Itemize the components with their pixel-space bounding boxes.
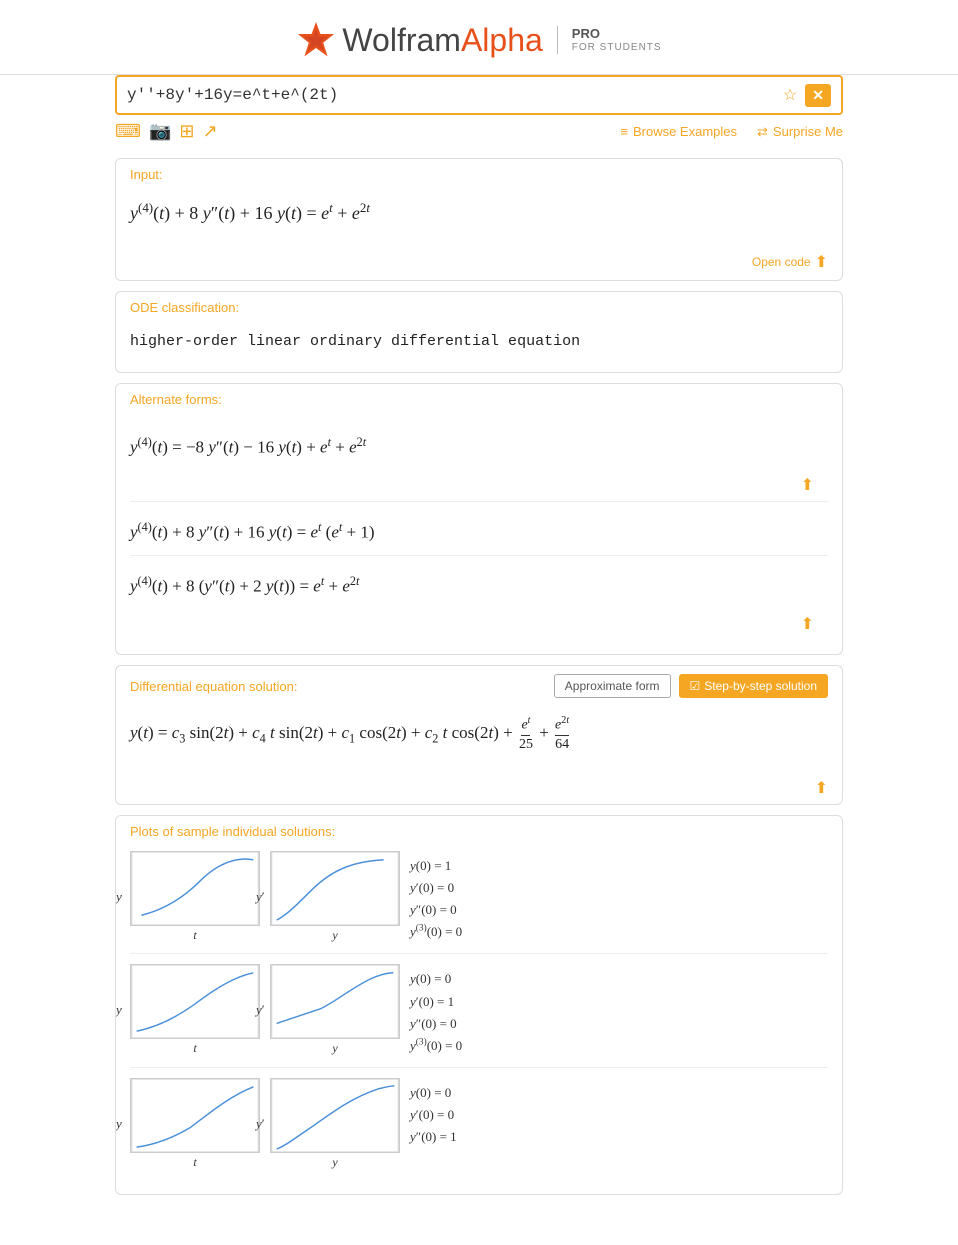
solution-footer: ⬆ xyxy=(116,774,842,804)
plot-conditions-1: y(0) = 1 y′(0) = 0 y″(0) = 0 y(3)(0) = 0 xyxy=(410,851,462,943)
plots-pod: Plots of sample individual solutions: y … xyxy=(115,815,843,1195)
search-box: ☆ ✕ xyxy=(115,75,843,115)
alternate-form-2: y(4)(t) + 8 y″(t) + 16 y(t) = et (et + 1… xyxy=(130,501,828,556)
toolbar: ⌨ 📷 ⊞ ↗ ≡ Browse Examples ⇄ Surprise Me xyxy=(115,115,843,146)
plots-content: y t y′ xyxy=(116,843,842,1194)
alternate-form-1: y(4)(t) = −8 y″(t) − 16 y(t) + et + e2t xyxy=(130,417,828,471)
plot-row-1: y t y′ xyxy=(130,851,828,954)
input-pod: Input: y(4)(t) + 8 y″(t) + 16 y(t) = et … xyxy=(115,158,843,281)
list-icon: ≡ xyxy=(620,124,628,139)
plot-box-1b: y′ y xyxy=(270,851,400,943)
plot-pair-2: y t y′ xyxy=(130,964,400,1056)
table-icon[interactable]: ⊞ xyxy=(179,121,194,142)
upload-icon-1[interactable]: ⬆ xyxy=(801,475,814,495)
fraction-et-25: et 25 xyxy=(519,715,533,754)
solution-buttons: Approximate form ☑ Step-by-step solution xyxy=(554,674,828,698)
fraction-e2t-64: e2t 64 xyxy=(555,715,569,754)
plot-svg-2a xyxy=(130,964,260,1039)
input-pod-content: y(4)(t) + 8 y″(t) + 16 y(t) = et + e2t xyxy=(116,186,842,248)
plot-row-2: y t y′ xyxy=(130,964,828,1067)
cloud-upload-icon: ⬆ xyxy=(815,252,828,272)
plot-svg-3b xyxy=(270,1078,400,1153)
plot-box-2b: y′ y xyxy=(270,964,400,1056)
ode-classification-pod: ODE classification: higher-order linear … xyxy=(115,291,843,373)
surprise-me-link[interactable]: ⇄ Surprise Me xyxy=(757,124,843,140)
search-icon-group: ☆ ✕ xyxy=(779,83,831,107)
top-bar: WolframAlpha PRO FOR STUDENTS xyxy=(0,0,958,75)
plot-box-1a: y t xyxy=(130,851,260,943)
shuffle-icon: ⇄ xyxy=(757,124,768,140)
alternate-form-3: y(4)(t) + 8 (y″(t) + 2 y(t)) = et + e2t xyxy=(130,555,828,610)
plot-box-3b: y′ y xyxy=(270,1078,400,1170)
alternate-form-1-footer: ⬆ xyxy=(130,471,828,501)
input-math: y(4)(t) + 8 y″(t) + 16 y(t) = et + e2t xyxy=(130,192,828,234)
alternate-form-3-math: y(4)(t) + 8 (y″(t) + 2 y(t)) = et + e2t xyxy=(130,566,828,606)
plots-title: Plots of sample individual solutions: xyxy=(116,816,842,843)
plots-grid: y t y′ xyxy=(130,851,828,1180)
alternate-forms-pod: Alternate forms: y(4)(t) = −8 y″(t) − 16… xyxy=(115,383,843,656)
upload-icon-solution[interactable]: ⬆ xyxy=(815,778,828,798)
plot-svg-1b xyxy=(270,851,400,926)
solution-content: y(t) = c3 sin(2t) + c4 t sin(2t) + c1 co… xyxy=(116,702,842,774)
alternate-forms-content: y(4)(t) = −8 y″(t) − 16 y(t) + et + e2t … xyxy=(116,411,842,655)
solution-pod: Differential equation solution: Approxim… xyxy=(115,665,843,805)
checkbox-icon: ☑ xyxy=(690,679,701,693)
solution-header: Differential equation solution: Approxim… xyxy=(116,666,842,702)
alternate-forms-title: Alternate forms: xyxy=(116,384,842,411)
logo-area: WolframAlpha PRO FOR STUDENTS xyxy=(0,8,958,70)
plot-svg-2b xyxy=(270,964,400,1039)
wolfram-star-icon xyxy=(296,20,336,60)
camera-icon[interactable]: 📷 xyxy=(149,121,171,142)
plot-pair-3: y t y′ xyxy=(130,1078,400,1170)
plot-conditions-3: y(0) = 0 y′(0) = 0 y″(0) = 1 xyxy=(410,1078,457,1148)
step-by-step-button[interactable]: ☑ Step-by-step solution xyxy=(679,674,829,698)
plot-svg-1a xyxy=(130,851,260,926)
plot-box-3a: y t xyxy=(130,1078,260,1170)
plot-svg-3a xyxy=(130,1078,260,1153)
plot-conditions-2: y(0) = 0 y′(0) = 1 y″(0) = 0 y(3)(0) = 0 xyxy=(410,964,462,1056)
plot-row-3: y t y′ xyxy=(130,1078,828,1180)
clear-button[interactable]: ✕ xyxy=(805,84,831,107)
input-pod-footer: Open code ⬆ xyxy=(116,248,842,280)
star-icon[interactable]: ☆ xyxy=(779,83,801,107)
share-icon[interactable]: ↗ xyxy=(203,121,218,142)
plot-box-2a: y t xyxy=(130,964,260,1056)
alternate-form-1-math: y(4)(t) = −8 y″(t) − 16 y(t) + et + e2t xyxy=(130,427,828,467)
toolbar-left: ⌨ 📷 ⊞ ↗ xyxy=(115,121,218,142)
approximate-form-button[interactable]: Approximate form xyxy=(554,674,671,698)
keyboard-icon[interactable]: ⌨ xyxy=(115,121,141,142)
ode-classification-title: ODE classification: xyxy=(116,292,842,319)
upload-icon-2[interactable]: ⬆ xyxy=(801,614,814,634)
alternate-form-2-math: y(4)(t) + 8 y″(t) + 16 y(t) = et (et + 1… xyxy=(130,512,828,552)
solution-title: Differential equation solution: xyxy=(130,679,297,694)
search-input[interactable] xyxy=(127,86,779,104)
main-content: Input: y(4)(t) + 8 y″(t) + 16 y(t) = et … xyxy=(99,158,859,1245)
toolbar-right: ≡ Browse Examples ⇄ Surprise Me xyxy=(620,124,843,140)
input-pod-title: Input: xyxy=(116,159,842,186)
logo-wordmark: WolframAlpha xyxy=(342,22,542,59)
logo-pro: PRO FOR STUDENTS xyxy=(557,26,662,54)
alternate-form-3-footer: ⬆ xyxy=(130,610,828,640)
search-area: ☆ ✕ ⌨ 📷 ⊞ ↗ ≡ Browse Examples ⇄ Surprise… xyxy=(99,75,859,146)
plot-pair-1: y t y′ xyxy=(130,851,400,943)
browse-examples-link[interactable]: ≡ Browse Examples xyxy=(620,124,737,139)
open-code-link[interactable]: Open code ⬆ xyxy=(752,252,828,272)
solution-math: y(t) = c3 sin(2t) + c4 t sin(2t) + c1 co… xyxy=(130,708,828,760)
ode-classification-content: higher-order linear ordinary differentia… xyxy=(116,319,842,372)
ode-classification-value: higher-order linear ordinary differentia… xyxy=(130,325,828,358)
